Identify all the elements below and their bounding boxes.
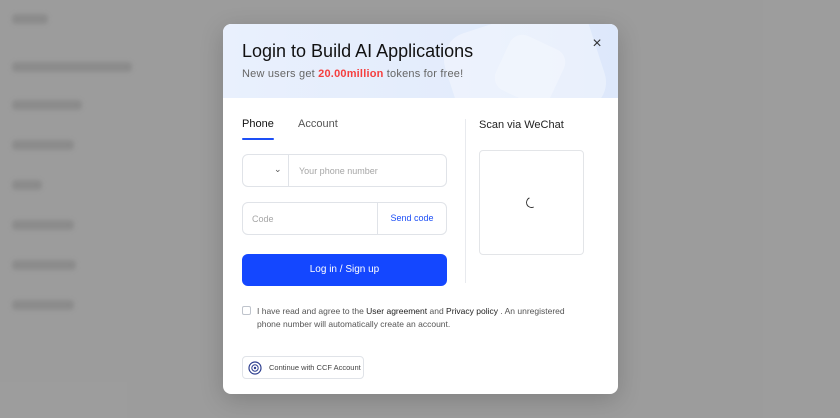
subtitle-suffix: tokens for free! — [383, 68, 464, 80]
modal-title: Login to Build AI Applications — [242, 41, 474, 61]
vertical-divider — [465, 119, 466, 283]
login-modal: Login to Build AI Applications New users… — [223, 24, 618, 394]
active-tab-indicator — [242, 138, 274, 140]
country-code-select[interactable]: ⌄ — [243, 155, 289, 186]
tab-phone[interactable]: Phone — [242, 118, 274, 130]
wechat-qr-box[interactable] — [479, 150, 584, 255]
ccf-login-button[interactable]: Continue with CCF Account — [242, 356, 364, 379]
phone-field: ⌄ — [242, 154, 447, 187]
close-icon[interactable]: × — [589, 36, 605, 52]
agreement-prefix: I have read and agree to the — [257, 306, 367, 316]
token-amount: 20.00million — [318, 68, 384, 80]
code-input[interactable] — [252, 203, 372, 234]
login-signup-button[interactable]: Log in / Sign up — [242, 254, 447, 286]
phone-input[interactable] — [299, 155, 439, 186]
subtitle-prefix: New users get — [242, 68, 319, 80]
modal-subtitle: New users get 20.00million tokens for fr… — [242, 68, 463, 80]
user-agreement-link[interactable]: User agreement — [366, 306, 427, 316]
loading-spinner-icon — [524, 195, 539, 210]
chevron-down-icon: ⌄ — [274, 164, 282, 174]
wechat-title: Scan via WeChat — [479, 119, 564, 131]
ccf-logo-icon — [248, 361, 262, 375]
code-field: Send code — [242, 202, 447, 235]
agreement-text: I have read and agree to the User agreem… — [257, 305, 582, 331]
modal-header: Login to Build AI Applications New users… — [223, 24, 618, 98]
tab-account[interactable]: Account — [298, 118, 338, 130]
agreement-checkbox[interactable] — [242, 306, 251, 315]
send-code-button[interactable]: Send code — [378, 203, 446, 234]
ccf-button-label: Continue with CCF Account — [269, 363, 361, 372]
privacy-policy-link[interactable]: Privacy policy — [446, 306, 498, 316]
agreement-and: and — [427, 306, 447, 316]
